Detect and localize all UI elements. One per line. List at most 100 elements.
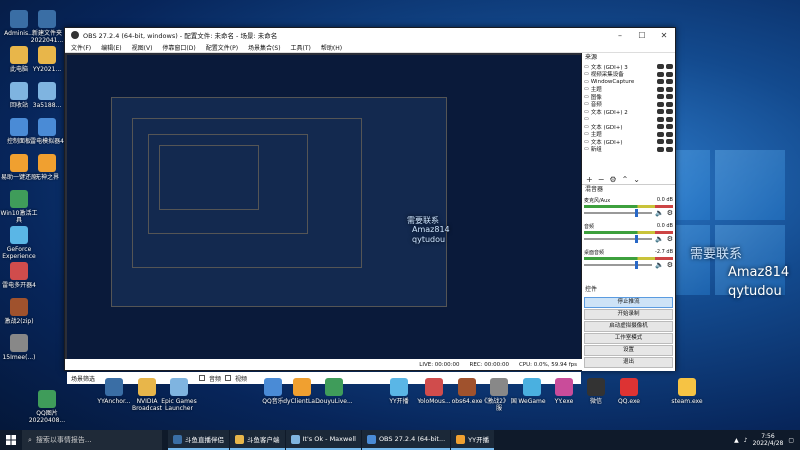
desktop-icon[interactable]: QQ图片 20220408... — [28, 390, 66, 424]
move-down-icon[interactable]: ⌄ — [633, 175, 640, 184]
desktop-icon[interactable]: steam.exe — [668, 378, 706, 405]
maximize-icon[interactable]: ☐ — [631, 31, 653, 40]
obs-menu-item[interactable]: 编辑(E) — [101, 43, 121, 52]
remove-source-icon[interactable]: − — [598, 175, 605, 184]
gear-icon[interactable]: ⚙ — [667, 209, 673, 217]
visibility-eye-icon[interactable] — [657, 79, 664, 85]
mixer-header: 混音器 — [582, 185, 675, 195]
network-icon[interactable]: ▲ — [734, 437, 739, 444]
volume-slider[interactable] — [584, 261, 652, 269]
obs-menu-item[interactable]: 工具(T) — [291, 43, 311, 52]
desktop-icon[interactable]: 无神之界 — [28, 154, 66, 181]
taskbar-app-item[interactable]: YY开播 — [451, 430, 495, 450]
volume-slider-handle[interactable] — [635, 235, 639, 243]
desktop-icon[interactable]: 雷电模拟器4 — [28, 118, 66, 145]
volume-slider[interactable] — [584, 209, 652, 217]
visibility-eye-icon[interactable] — [657, 101, 664, 107]
source-settings-icon[interactable]: ⚙ — [609, 175, 616, 184]
source-row[interactable]: ▭ 视频采集设备 — [582, 71, 675, 78]
start-button[interactable] — [0, 430, 22, 450]
taskbar-app-item[interactable]: It's Ok - Maxwell — [285, 430, 361, 450]
control-button[interactable]: 开始录制 — [584, 309, 673, 320]
obs-menu-item[interactable]: 视图(V) — [132, 43, 153, 52]
volume-slider[interactable] — [584, 235, 652, 243]
taskbar-search[interactable]: ⌕ 搜索以事情报告... — [22, 430, 162, 450]
minimize-icon[interactable]: – — [609, 31, 631, 40]
video-checkbox[interactable] — [225, 375, 232, 381]
gear-icon[interactable]: ⚙ — [667, 261, 673, 269]
obs-menu-item[interactable]: 文件(F) — [71, 43, 91, 52]
source-row[interactable]: ▭ 新组 — [582, 146, 675, 153]
speaker-icon[interactable]: 🔈 — [655, 235, 664, 243]
lock-icon[interactable] — [666, 124, 673, 130]
control-button[interactable]: 退出 — [584, 357, 673, 368]
lock-icon[interactable] — [666, 64, 673, 70]
gear-icon[interactable]: ⚙ — [667, 235, 673, 243]
move-up-icon[interactable]: ⌃ — [622, 175, 629, 184]
visibility-eye-icon[interactable] — [657, 139, 664, 145]
visibility-eye-icon[interactable] — [657, 124, 664, 130]
speaker-icon[interactable]: 🔈 — [655, 261, 664, 269]
source-type-icon: ▭ — [584, 108, 589, 115]
desktop-icon[interactable]: Epic Games Launcher — [160, 378, 198, 412]
desktop-icon[interactable]: 激战2(zip) — [0, 298, 38, 325]
desktop-icon[interactable]: 雷电多开器4 — [0, 262, 38, 289]
visibility-eye-icon[interactable] — [657, 94, 664, 100]
taskbar-app-item[interactable]: 斗鱼直播伴侣 — [168, 430, 229, 450]
desktop-icon-label: GeForce Experience — [2, 246, 36, 260]
obs-window[interactable]: OBS 27.2.4 (64-bit, windows) - 配置文件: 未命名… — [64, 27, 676, 384]
desktop-icon[interactable]: DouyuLive... — [315, 378, 353, 405]
obs-title-bar[interactable]: OBS 27.2.4 (64-bit, windows) - 配置文件: 未命名… — [65, 28, 675, 42]
desktop-app-icon — [325, 378, 343, 396]
visibility-eye-icon[interactable] — [657, 116, 664, 122]
obs-menu-item[interactable]: 停靠窗口(D) — [162, 43, 195, 52]
taskbar-app-label: 斗鱼客户端 — [247, 436, 280, 444]
desktop-icon[interactable]: GeForce Experience — [0, 226, 38, 260]
close-icon[interactable]: ✕ — [653, 31, 675, 40]
control-button[interactable]: 工作室模式 — [584, 333, 673, 344]
desktop-icon[interactable]: Win10激活工具 — [0, 190, 38, 224]
lock-icon[interactable] — [666, 139, 673, 145]
source-row[interactable]: ▭ 文本 (GDI+) 2 — [582, 108, 675, 116]
visibility-eye-icon[interactable] — [657, 109, 664, 115]
lock-icon[interactable] — [666, 131, 673, 137]
obs-preview-canvas[interactable]: 需要联系 Amaz814 qytudou — [67, 55, 581, 370]
visibility-eye-icon[interactable] — [657, 146, 664, 152]
desktop-icon[interactable]: QQ.exe — [610, 378, 648, 405]
lock-icon[interactable] — [666, 109, 673, 115]
control-button[interactable]: 停止推流 — [584, 297, 673, 308]
lock-icon[interactable] — [666, 71, 673, 77]
volume-icon[interactable]: ♪ — [744, 437, 748, 444]
obs-menu-item[interactable]: 配置文件(P) — [206, 43, 238, 52]
sources-list[interactable]: ▭ 文本 (GDI+) 3 ▭ 视频采集设备 ▭ WindowCapture ▭ 主题 ▭ 图像 ▭… — [582, 63, 675, 175]
visibility-eye-icon[interactable] — [657, 64, 664, 70]
desktop-icon[interactable]: YY开播 — [380, 378, 418, 405]
desktop-icon[interactable]: YY2021... — [28, 46, 66, 73]
lock-icon[interactable] — [666, 94, 673, 100]
lock-icon[interactable] — [666, 116, 673, 122]
volume-slider-handle[interactable] — [635, 209, 639, 217]
visibility-eye-icon[interactable] — [657, 71, 664, 77]
volume-slider-handle[interactable] — [635, 261, 639, 269]
clock[interactable]: 7:56 2022/4/28 — [753, 433, 784, 447]
desktop-icon[interactable]: 新建文件夹 2022041... — [28, 10, 66, 44]
lock-icon[interactable] — [666, 86, 673, 92]
obs-menu-item[interactable]: 场景集合(S) — [248, 43, 281, 52]
taskbar-app-item[interactable]: 斗鱼客户端 — [230, 430, 285, 450]
notification-icon[interactable]: ▢ — [788, 437, 794, 444]
lock-icon[interactable] — [666, 146, 673, 152]
audio-checkbox[interactable] — [199, 375, 206, 381]
taskbar: ⌕ 搜索以事情报告... 斗鱼直播伴侣 斗鱼客户端 It's Ok - Maxwel… — [0, 430, 800, 450]
visibility-eye-icon[interactable] — [657, 131, 664, 137]
control-button[interactable]: 设置 — [584, 345, 673, 356]
control-button[interactable]: 启动虚拟摄像机 — [584, 321, 673, 332]
taskbar-app-item[interactable]: OBS 27.2.4 (64-bit... — [361, 430, 451, 450]
add-source-icon[interactable]: + — [586, 175, 593, 184]
speaker-icon[interactable]: 🔈 — [655, 209, 664, 217]
desktop-icon[interactable]: 15Imee(...) — [0, 334, 38, 361]
lock-icon[interactable] — [666, 79, 673, 85]
desktop-icon[interactable]: 3a5188... — [28, 82, 66, 109]
lock-icon[interactable] — [666, 101, 673, 107]
obs-menu-item[interactable]: 帮助(H) — [321, 43, 342, 52]
visibility-eye-icon[interactable] — [657, 86, 664, 92]
